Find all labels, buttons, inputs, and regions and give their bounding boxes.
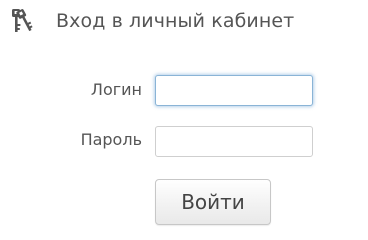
login-button[interactable]: Войти bbox=[155, 179, 271, 225]
login-page: Вход в личный кабинет Логин Пароль Войти bbox=[0, 0, 368, 238]
page-title: Вход в личный кабинет bbox=[56, 10, 295, 32]
page-header: Вход в личный кабинет bbox=[9, 6, 294, 36]
keys-icon bbox=[9, 7, 41, 35]
login-label: Логин bbox=[90, 80, 142, 99]
password-input[interactable] bbox=[155, 126, 313, 157]
password-label: Пароль bbox=[80, 130, 142, 149]
login-input[interactable] bbox=[155, 75, 313, 106]
